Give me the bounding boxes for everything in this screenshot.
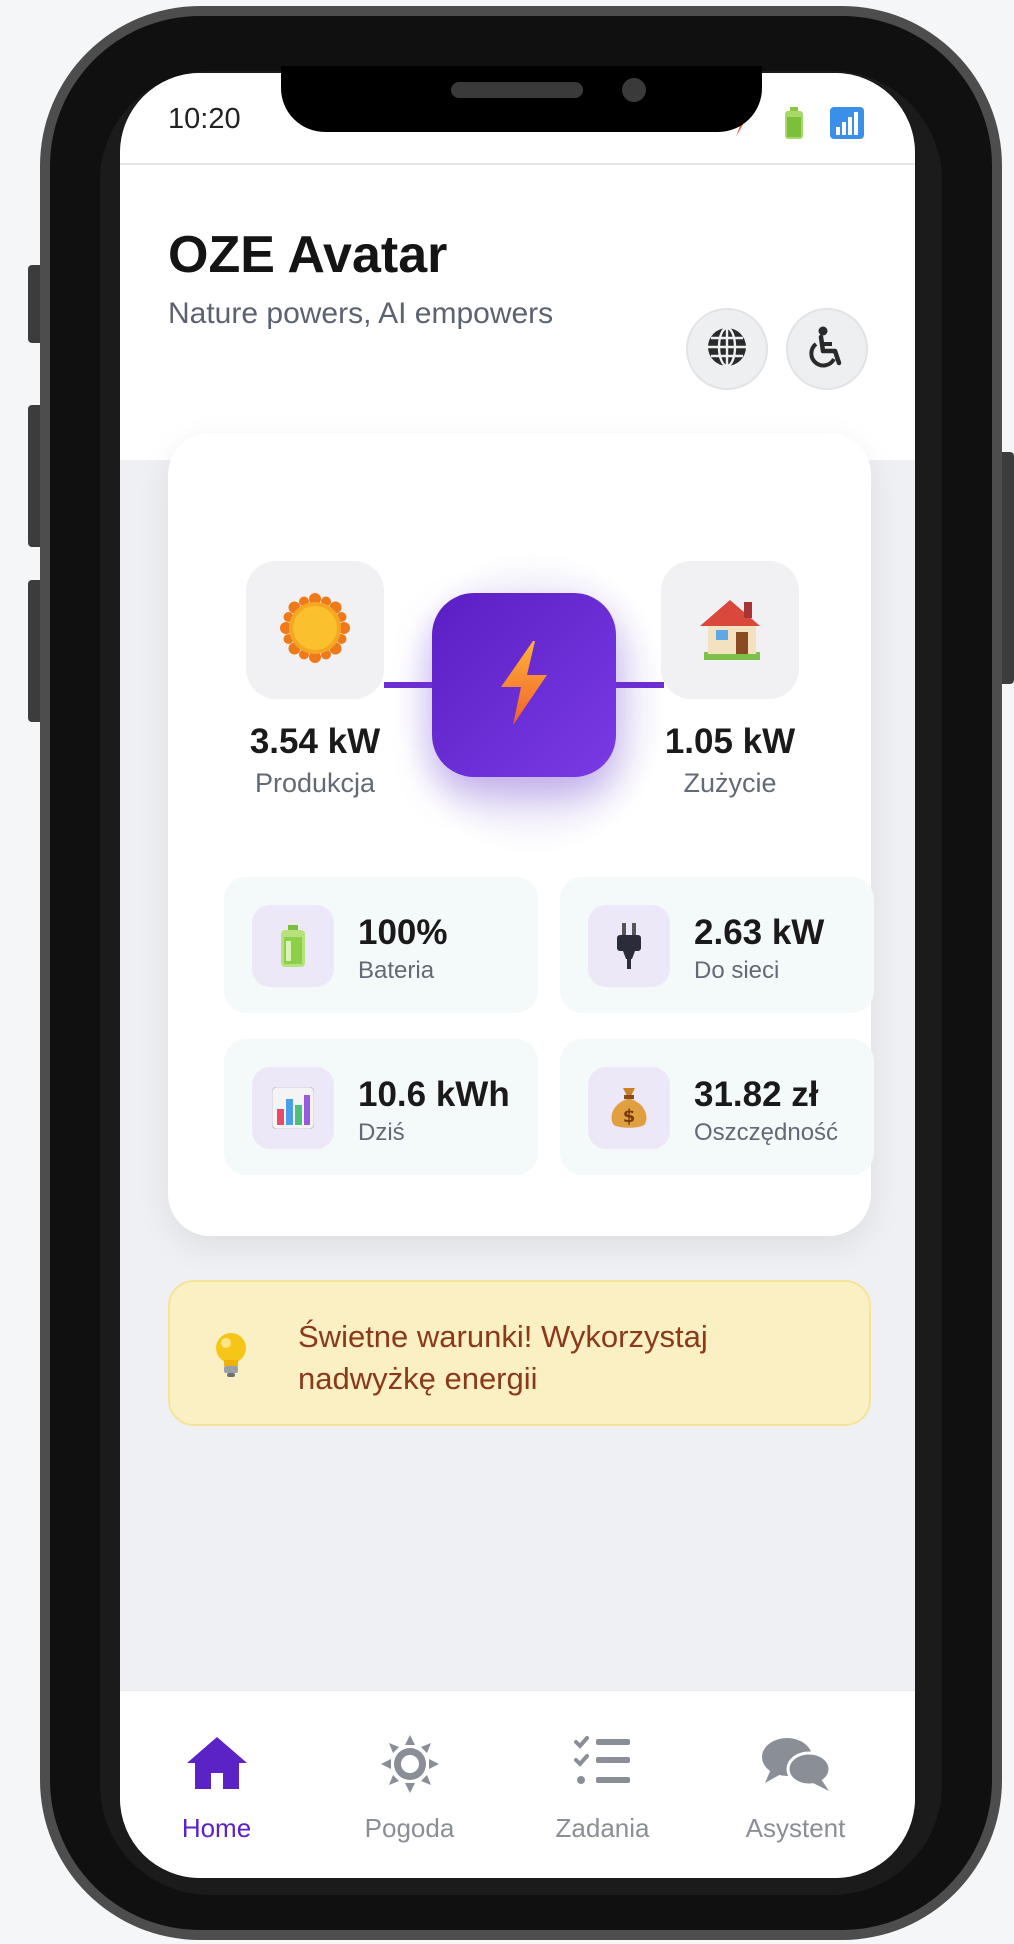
flow-line-production bbox=[384, 682, 436, 688]
accessibility-button[interactable] bbox=[786, 308, 868, 390]
production-value: 3.54 kW bbox=[249, 722, 381, 761]
page-subtitle: Nature powers, AI empowers bbox=[168, 297, 554, 330]
nav-item-tasks[interactable]: Zadania bbox=[506, 1691, 699, 1878]
consumption-value: 1.05 kW bbox=[664, 722, 796, 761]
sun-icon bbox=[280, 593, 350, 667]
stat-savings-label: Oszczędność bbox=[694, 1119, 839, 1146]
device-notch bbox=[281, 66, 762, 132]
production-node[interactable] bbox=[246, 561, 384, 699]
tasks-icon bbox=[573, 1735, 632, 1791]
status-time: 10:20 bbox=[168, 103, 241, 135]
stat-grid-export-label: Do sieci bbox=[694, 957, 780, 984]
wheelchair-icon bbox=[805, 325, 849, 373]
stat-today-value: 10.6 kWh bbox=[358, 1075, 510, 1114]
money-bag-icon: $ bbox=[588, 1067, 670, 1149]
nav-item-assistant[interactable]: Asystent bbox=[699, 1691, 892, 1878]
plug-icon bbox=[588, 905, 670, 987]
stat-battery-label: Bateria bbox=[358, 957, 435, 984]
stat-grid-export-value: 2.63 kW bbox=[694, 913, 825, 952]
energy-flow-card: 3.54 kW Produkcja 1.05 kW Zużycie 100% B… bbox=[168, 433, 874, 1236]
lightning-icon bbox=[497, 641, 551, 729]
consumption-label: Zużycie bbox=[683, 768, 777, 798]
stat-battery-value: 100% bbox=[358, 913, 448, 952]
consumption-node[interactable] bbox=[661, 561, 799, 699]
nav-label-home: Home bbox=[181, 1813, 252, 1843]
flow-line-consumption bbox=[612, 682, 664, 688]
stat-grid-export[interactable]: 2.63 kW Do sieci bbox=[560, 877, 874, 1013]
battery-status-icon bbox=[784, 107, 804, 143]
battery-icon bbox=[252, 905, 334, 987]
app-header: OZE Avatar Nature powers, AI empowers bbox=[120, 165, 915, 460]
stat-today-label: Dziś bbox=[358, 1119, 405, 1146]
app-screen: 10:20 OZE Avatar Nature powers, AI empow… bbox=[120, 73, 915, 1878]
nav-item-home[interactable]: Home bbox=[120, 1691, 313, 1878]
production-label: Produkcja bbox=[254, 768, 376, 798]
globe-icon bbox=[705, 325, 749, 373]
lightbulb-icon bbox=[214, 1332, 248, 1382]
nav-label-tasks: Zadania bbox=[555, 1813, 650, 1843]
bottom-nav: Home Pogoda Zadania Asystent bbox=[120, 1690, 915, 1878]
nav-label-assistant: Asystent bbox=[745, 1813, 846, 1843]
house-icon bbox=[694, 594, 766, 666]
stat-battery[interactable]: 100% Bateria bbox=[224, 877, 538, 1013]
signal-icon bbox=[830, 107, 864, 143]
sun-icon bbox=[380, 1735, 439, 1797]
svg-text:$: $ bbox=[623, 1106, 636, 1127]
stat-savings-value: 31.82 zł bbox=[694, 1075, 819, 1114]
stat-today[interactable]: 10.6 kWh Dziś bbox=[224, 1039, 538, 1175]
chat-icon bbox=[761, 1735, 831, 1797]
nav-item-weather[interactable]: Pogoda bbox=[313, 1691, 506, 1878]
home-icon bbox=[185, 1735, 249, 1795]
page-title: OZE Avatar bbox=[168, 226, 448, 284]
language-button[interactable] bbox=[686, 308, 768, 390]
bar-chart-icon bbox=[252, 1067, 334, 1149]
stat-savings[interactable]: $ 31.82 zł Oszczędność bbox=[560, 1039, 874, 1175]
energy-hub[interactable] bbox=[432, 593, 616, 777]
nav-label-weather: Pogoda bbox=[364, 1813, 455, 1843]
tip-text: Świetne warunki! Wykorzystaj nadwyżkę en… bbox=[298, 1319, 708, 1396]
tip-banner: Świetne warunki! Wykorzystaj nadwyżkę en… bbox=[168, 1280, 871, 1426]
